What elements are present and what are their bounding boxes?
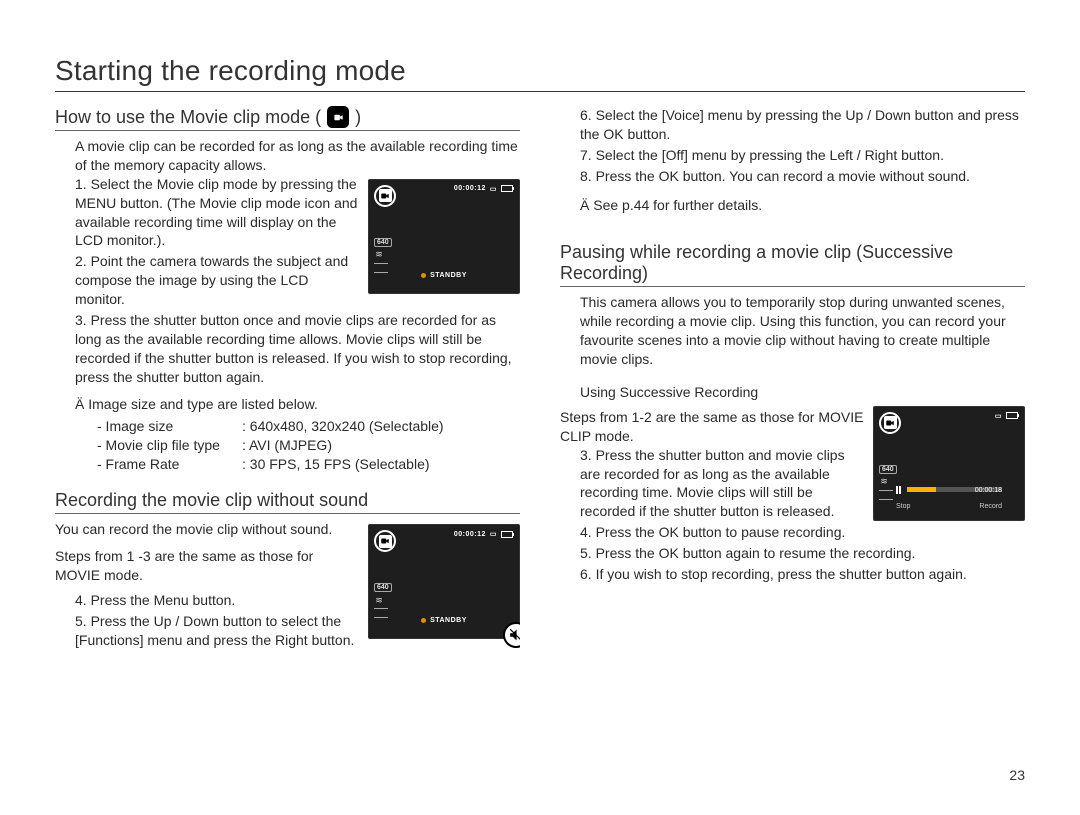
mode-circle-icon xyxy=(374,530,396,552)
section-heading-movie-clip: How to use the Movie clip mode ( ) xyxy=(55,106,520,131)
bracket-icon xyxy=(374,608,388,618)
spec-image-size-label: - Image size xyxy=(97,417,242,436)
video-icon xyxy=(379,189,392,202)
card-icon: ▭ xyxy=(490,185,497,193)
lcd-record-label: Record xyxy=(979,503,1002,510)
record-dot-icon xyxy=(421,618,426,623)
right-column: 6. Select the [Voice] menu by pressing t… xyxy=(560,106,1025,651)
section-without-sound: Recording the movie clip without sound 0… xyxy=(55,490,520,651)
lcd-size: 640 xyxy=(879,465,897,474)
section-movie-clip-mode: How to use the Movie clip mode ( ) A mov… xyxy=(55,106,520,474)
using-successive-subhead: Using Successive Recording xyxy=(560,383,1025,402)
mode-circle-icon xyxy=(374,185,396,207)
spec-file-type-label: - Movie clip ﬁle type xyxy=(97,436,242,455)
frame-rate-icon: ≋ xyxy=(879,477,889,487)
lcd-time: 00:00:12 xyxy=(454,185,486,192)
video-icon xyxy=(379,535,392,548)
specs-note: Image size and type are listed below. xyxy=(55,395,520,414)
step-3: 3. Press the shutter button once and mov… xyxy=(55,311,520,387)
bracket-icon xyxy=(374,263,388,273)
nosound-step7: 7. Select the [Off] menu by pressing the… xyxy=(560,146,1025,165)
intro-text: A movie clip can be recorded for as long… xyxy=(55,137,520,175)
frame-rate-icon: ≋ xyxy=(374,595,384,605)
record-dot-icon xyxy=(421,273,426,278)
successive-step5: 5. Press the OK button again to resume t… xyxy=(560,544,1025,563)
section-heading-pausing: Pausing while recording a movie clip (Su… xyxy=(560,242,1025,287)
nosound-step6: 6. Select the [Voice] menu by pressing t… xyxy=(560,106,1025,144)
nosound-step8: 8. Press the OK button. You can record a… xyxy=(560,167,1025,186)
successive-step4: 4. Press the OK button to pause recordin… xyxy=(560,523,1025,542)
heading-text-post: ) xyxy=(355,107,361,128)
video-icon xyxy=(884,416,897,429)
battery-icon xyxy=(501,531,513,538)
heading-text-pre: How to use the Movie clip mode ( xyxy=(55,107,321,128)
battery-icon xyxy=(1006,412,1018,419)
pausing-intro: This camera allows you to temporarily st… xyxy=(560,293,1025,369)
card-icon: ▭ xyxy=(490,530,497,538)
lcd-size: 640 xyxy=(374,583,392,592)
lcd-size: 640 xyxy=(374,238,392,247)
spec-frame-rate-val: : 30 FPS, 15 FPS (Selectable) xyxy=(242,455,430,474)
lcd-preview-1: 00:00:12 ▭ 640 ≋ STANDBY xyxy=(368,179,520,294)
see-also-note: See p.44 for further details. xyxy=(560,196,1025,215)
pause-icon xyxy=(896,486,901,494)
lcd-status: STANDBY xyxy=(430,272,467,279)
mode-circle-icon xyxy=(879,412,901,434)
card-icon: ▭ xyxy=(995,412,1002,420)
left-column: How to use the Movie clip mode ( ) A mov… xyxy=(55,106,520,651)
frame-rate-icon: ≋ xyxy=(374,250,384,260)
battery-icon xyxy=(501,185,513,192)
lcd-time: 00:00:12 xyxy=(454,531,486,538)
section-heading-no-sound: Recording the movie clip without sound xyxy=(55,490,520,514)
two-column-layout: How to use the Movie clip mode ( ) A mov… xyxy=(55,106,1025,651)
spec-frame-rate-label: - Frame Rate xyxy=(97,455,242,474)
movie-clip-icon xyxy=(327,106,349,128)
lcd-preview-3: ▭ 640 ≋ 00:00:18 xyxy=(873,406,1025,521)
lcd-preview-2: 00:00:12 ▭ 640 ≋ STANDBY xyxy=(368,524,520,639)
successive-step6: 6. If you wish to stop recording, press … xyxy=(560,565,1025,584)
bracket-icon xyxy=(879,490,893,500)
section-successive-recording: Pausing while recording a movie clip (Su… xyxy=(560,242,1025,585)
page-number: 23 xyxy=(1009,767,1025,783)
lcd-time: 00:00:18 xyxy=(975,487,1002,494)
lcd-status: STANDBY xyxy=(430,617,467,624)
spec-image-size-val: : 640x480, 320x240 (Selectable) xyxy=(242,417,444,436)
spec-list: - Image size : 640x480, 320x240 (Selecta… xyxy=(55,417,520,474)
page-title: Starting the recording mode xyxy=(55,55,1025,92)
spec-file-type-val: : AVI (MJPEG) xyxy=(242,436,332,455)
section-nosound-continued: 6. Select the [Voice] menu by pressing t… xyxy=(560,106,1025,214)
lcd-stop-label: Stop xyxy=(896,503,910,510)
